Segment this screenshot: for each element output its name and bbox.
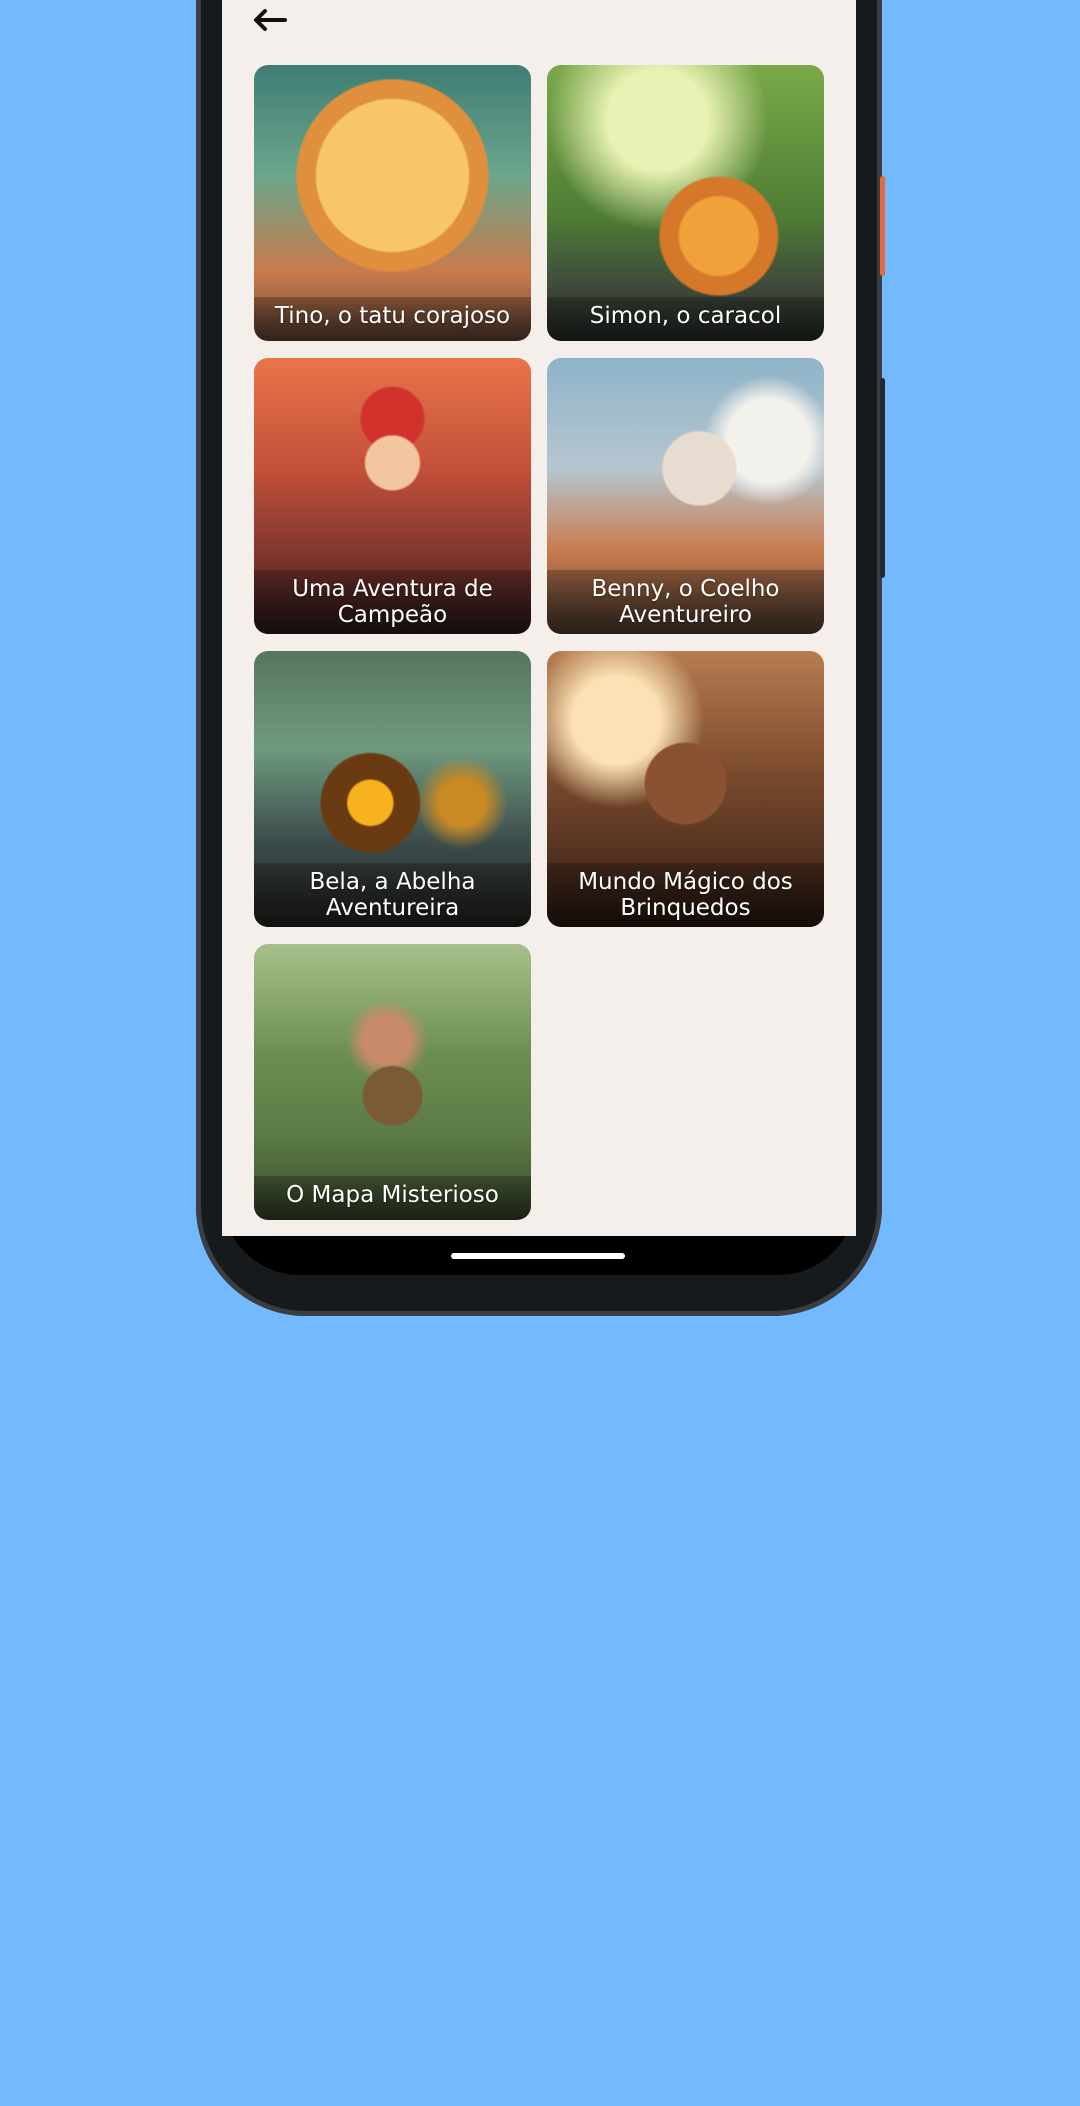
story-card[interactable]: Tino, o tatu corajoso xyxy=(254,65,531,341)
back-button[interactable] xyxy=(250,6,290,34)
story-title: O Mapa Misterioso xyxy=(254,1176,531,1220)
story-card[interactable]: Bela, a Abelha Aventureira xyxy=(254,651,531,927)
story-card[interactable]: Uma Aventura de Campeão xyxy=(254,358,531,634)
story-card[interactable]: Simon, o caracol xyxy=(547,65,824,341)
story-card[interactable]: O Mapa Misterioso xyxy=(254,944,531,1220)
story-grid: Tino, o tatu corajoso Simon, o caracol U… xyxy=(254,65,824,1220)
story-title: Simon, o caracol xyxy=(547,297,824,341)
app-screen: Tino, o tatu corajoso Simon, o caracol U… xyxy=(222,0,856,1236)
story-card[interactable]: Benny, o Coelho Aventureiro xyxy=(547,358,824,634)
story-title: Bela, a Abelha Aventureira xyxy=(254,863,531,927)
story-title: Mundo Mágico dos Brinquedos xyxy=(547,863,824,927)
story-card[interactable]: Mundo Mágico dos Brinquedos xyxy=(547,651,824,927)
power-button xyxy=(880,176,885,276)
volume-button xyxy=(880,378,885,578)
story-title: Uma Aventura de Campeão xyxy=(254,570,531,634)
arrow-left-icon xyxy=(254,9,287,31)
story-title: Benny, o Coelho Aventureiro xyxy=(547,570,824,634)
home-indicator[interactable] xyxy=(451,1253,625,1259)
story-title: Tino, o tatu corajoso xyxy=(254,297,531,341)
